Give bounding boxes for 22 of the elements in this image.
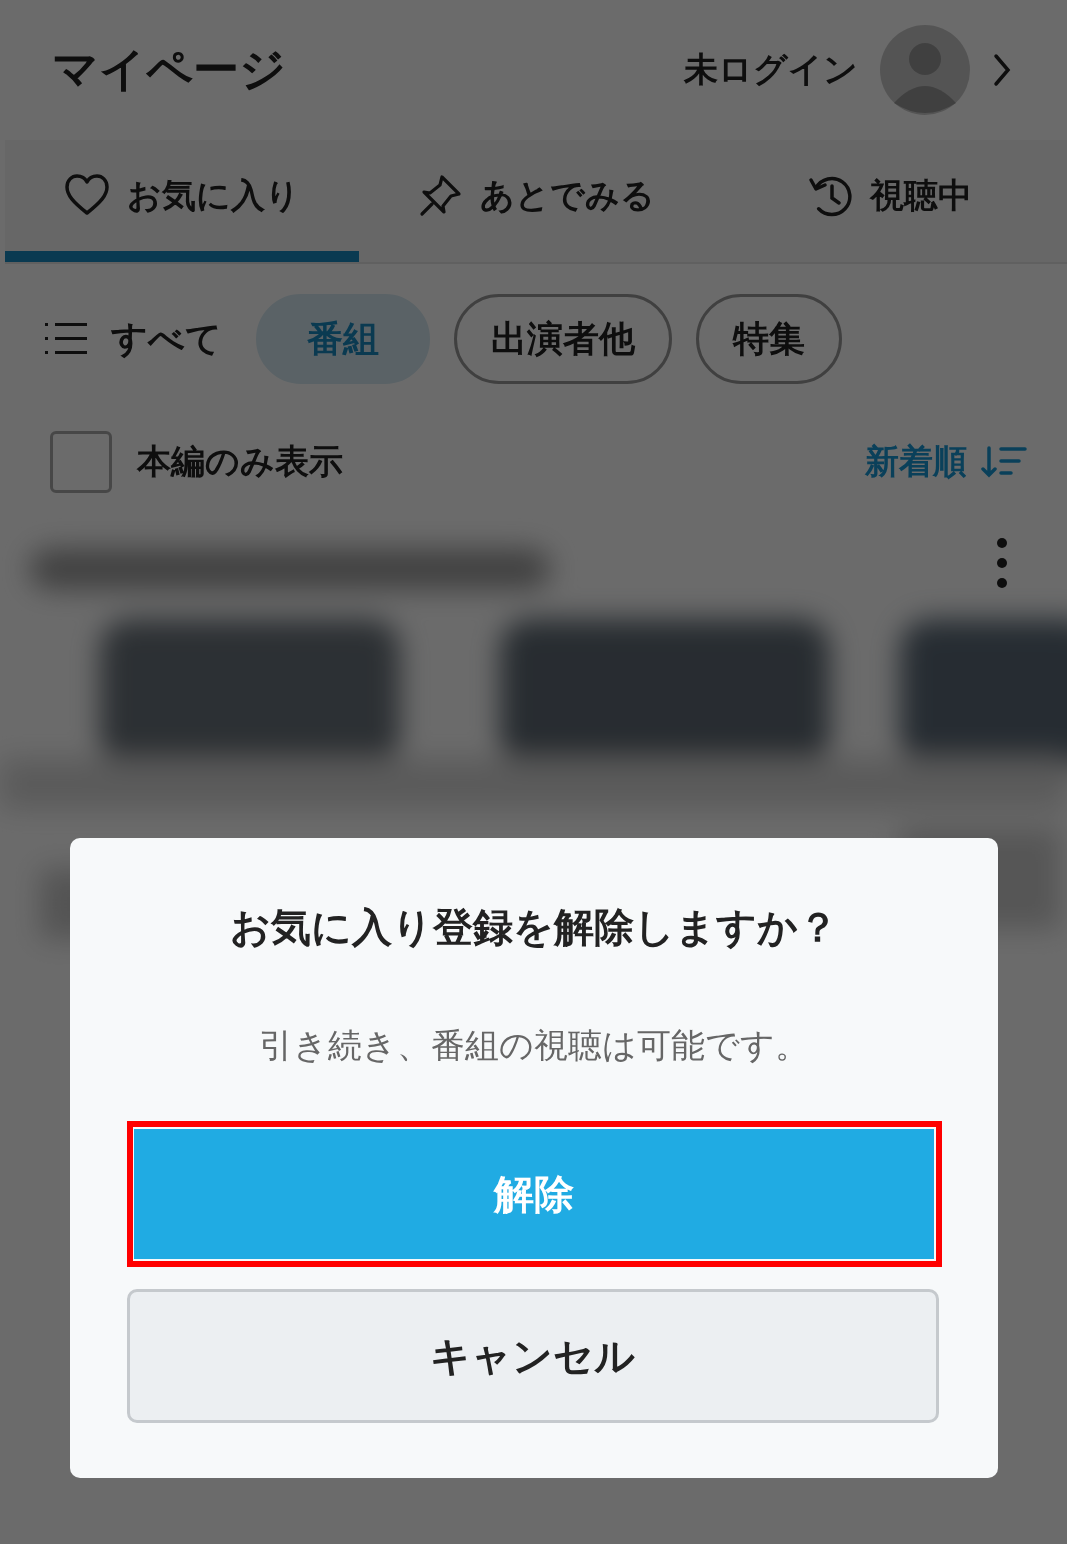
filter-chip[interactable]: 特集 (696, 294, 842, 384)
login-status[interactable]: 未ログイン (684, 47, 858, 93)
tab[interactable]: 視聴中 (713, 140, 1067, 262)
chevron-icon[interactable] (992, 53, 1012, 87)
avatar-icon[interactable] (880, 25, 970, 115)
confirm-button[interactable]: 解除 (133, 1129, 934, 1259)
checkbox[interactable] (50, 430, 112, 493)
sort-icon (981, 444, 1027, 479)
checkbox-label: 本編のみ表示 (137, 439, 343, 483)
cancel-button[interactable]: キャンセル (126, 1289, 939, 1423)
filter-chip[interactable]: 番組 (256, 294, 430, 384)
page-title: マイページ (52, 41, 286, 98)
tab[interactable]: お気に入り (5, 140, 359, 262)
list-icon (45, 321, 89, 357)
dialog-title: お気に入り登録を解除しますか？ (230, 903, 838, 952)
more-icon[interactable] (995, 537, 1009, 589)
sort-button[interactable]: 新着順 (865, 438, 1027, 485)
all-filter[interactable]: すべて (45, 314, 222, 364)
tab[interactable]: あとでみる (359, 140, 713, 262)
heart-icon (64, 173, 109, 218)
filter-chip[interactable]: 出演者他 (454, 294, 672, 384)
dialog-message: 引き続き、番組の視聴は可能です。 (259, 1024, 809, 1067)
